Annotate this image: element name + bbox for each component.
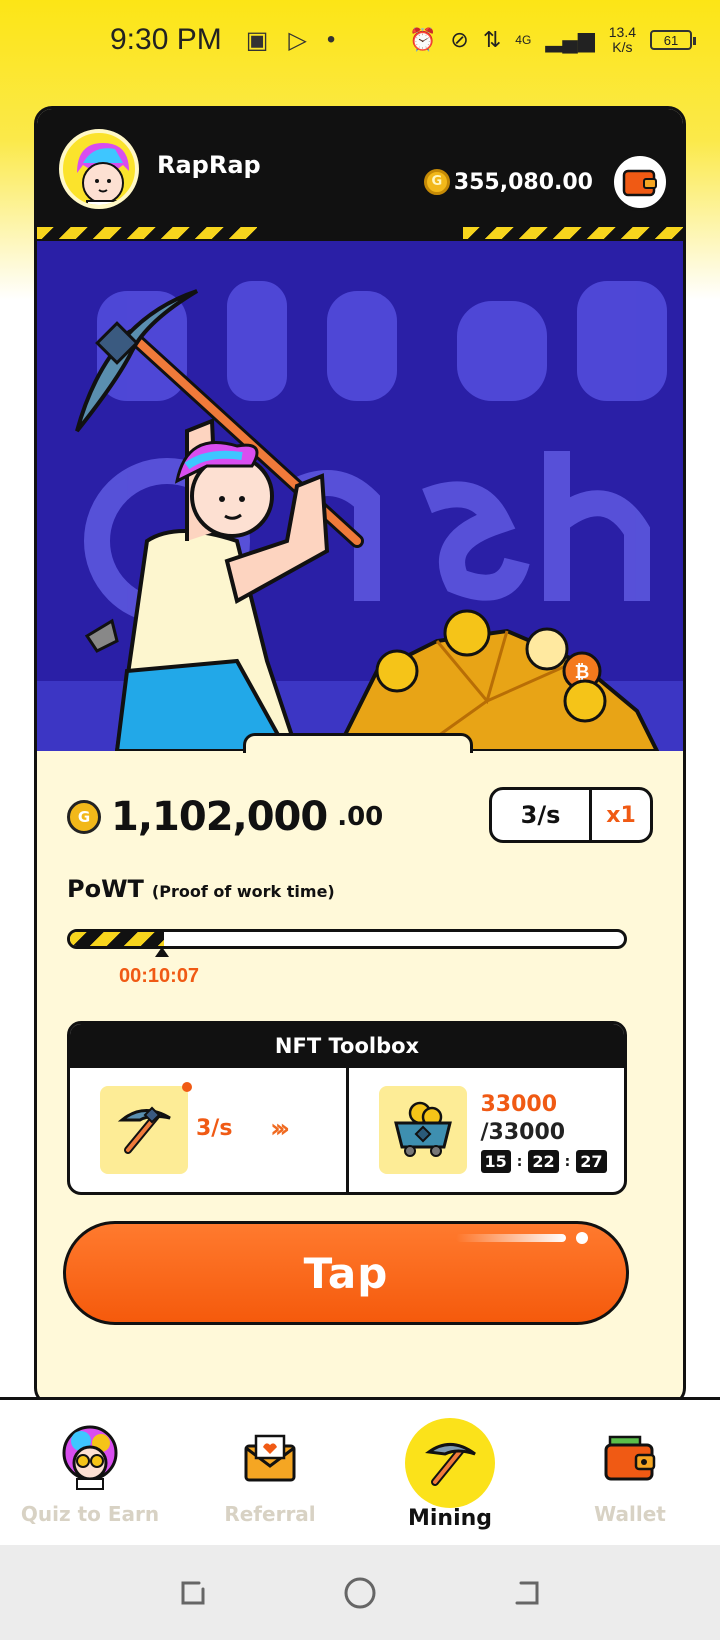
mined-decimal: .00 bbox=[337, 802, 384, 832]
back-icon bbox=[515, 1581, 539, 1604]
tap-shine bbox=[456, 1234, 566, 1242]
nav-label: Mining bbox=[407, 1506, 493, 1531]
dnd-icon: ⊘ bbox=[450, 27, 469, 52]
countdown-seconds: 27 bbox=[576, 1150, 607, 1173]
miner-illustration: ₿ bbox=[37, 281, 683, 751]
rate-box[interactable]: 3/s x1 bbox=[489, 787, 653, 843]
nav-label: Wallet bbox=[594, 1502, 666, 1526]
pickaxe-tool-thumb bbox=[100, 1086, 188, 1174]
battery-level: 61 bbox=[663, 32, 679, 48]
data-arrows-icon: ⇅ bbox=[482, 27, 502, 52]
dot-icon: • bbox=[326, 26, 336, 53]
header-balance: G 355,080.00 bbox=[423, 169, 593, 195]
nav-referral[interactable]: Referral bbox=[180, 1400, 360, 1545]
net-speed-value: 13.4 bbox=[608, 24, 636, 40]
tap-button[interactable]: Tap bbox=[63, 1221, 629, 1325]
toolbox-title: NFT Toolbox bbox=[70, 1024, 624, 1068]
user-avatar[interactable] bbox=[59, 129, 139, 209]
avatar-face-icon bbox=[77, 143, 129, 205]
coin-icon: G bbox=[67, 800, 101, 834]
battery-icon: 61 bbox=[650, 30, 696, 50]
hazard-stripe-left bbox=[37, 227, 257, 239]
alarm-icon: ⏰ bbox=[409, 27, 437, 52]
notification-dot bbox=[182, 1082, 192, 1092]
recents-button[interactable] bbox=[175, 1575, 211, 1611]
system-nav-bar bbox=[0, 1545, 720, 1640]
countdown-hours: 15 bbox=[480, 1150, 511, 1173]
pickaxe-icon bbox=[405, 1418, 495, 1508]
countdown-sep: : bbox=[564, 1153, 571, 1170]
tool-slot-pickaxe[interactable]: 3/s ››› bbox=[70, 1068, 346, 1192]
wallet-icon bbox=[594, 1422, 666, 1494]
home-button[interactable] bbox=[342, 1575, 378, 1611]
back-button[interactable] bbox=[509, 1575, 545, 1611]
username: RapRap bbox=[157, 151, 261, 179]
net-speed: 13.4 K/s bbox=[609, 25, 636, 55]
status-bar: 9:30 PM ▣ ▷ • ⏰ ⊘ ⇅ 4G ▂▄▆ 13.4 K/s 61 bbox=[0, 0, 720, 80]
countdown-minutes: 22 bbox=[528, 1150, 559, 1173]
mining-card: RapRap G 355,080.00 ₿ G 1,102,000 .00 3/… bbox=[34, 106, 686, 1406]
nav-label: Referral bbox=[224, 1502, 316, 1526]
mining-rate: 3/s bbox=[492, 790, 592, 840]
mining-multiplier: x1 bbox=[606, 802, 636, 828]
net-speed-unit: K/s bbox=[612, 39, 633, 55]
countdown-sep: : bbox=[516, 1153, 523, 1170]
tool-slot-cart[interactable]: 33000 /33000 15 : 22 : 27 bbox=[345, 1068, 625, 1192]
media-icon: ▷ bbox=[288, 26, 307, 54]
powt-timer: 00:10:07 bbox=[119, 965, 200, 987]
cart-tool-thumb bbox=[378, 1086, 467, 1174]
signal-icon: ▂▄▆ bbox=[545, 27, 595, 52]
card-header: RapRap G 355,080.00 bbox=[37, 109, 683, 244]
mine-cart-icon bbox=[393, 1101, 452, 1157]
nav-mining[interactable]: Mining bbox=[360, 1400, 540, 1545]
nav-label: Quiz to Earn bbox=[20, 1502, 160, 1526]
wallet-button[interactable] bbox=[611, 153, 669, 211]
screenshot-icon: ▣ bbox=[245, 26, 269, 54]
chevrons-right-icon: ››› bbox=[270, 1114, 290, 1144]
powt-subtitle: (Proof of work time) bbox=[151, 882, 335, 901]
mined-amount: G 1,102,000 .00 bbox=[67, 794, 383, 840]
avatar-money-icon bbox=[54, 1422, 126, 1494]
cart-amount: 33000 bbox=[480, 1092, 558, 1117]
mining-scene: ₿ bbox=[37, 241, 683, 751]
powt-heading: PoWT (Proof of work time) bbox=[67, 875, 335, 903]
cart-total: /33000 bbox=[480, 1120, 566, 1145]
hazard-stripe-right bbox=[463, 227, 683, 239]
wallet-icon bbox=[622, 169, 657, 197]
progress-marker-icon bbox=[155, 947, 170, 957]
network-type: 4G bbox=[515, 33, 532, 47]
balance-value: 355,080.00 bbox=[453, 169, 593, 195]
powt-progress-bar bbox=[67, 929, 627, 949]
scene-notch bbox=[243, 733, 473, 753]
tap-shine-dot bbox=[576, 1232, 588, 1244]
tool-rate: 3/s bbox=[196, 1116, 233, 1141]
cart-countdown: 15 : 22 : 27 bbox=[480, 1150, 607, 1173]
envelope-heart-icon bbox=[234, 1422, 306, 1494]
powt-title: PoWT bbox=[67, 875, 144, 903]
mined-value: 1,102,000 bbox=[111, 794, 328, 840]
nft-toolbox: NFT Toolbox 3/s ››› 33000 /33000 15: 22… bbox=[67, 1021, 627, 1195]
nav-quiz-to-earn[interactable]: Quiz to Earn bbox=[0, 1400, 180, 1545]
home-icon bbox=[344, 1577, 376, 1608]
nav-wallet[interactable]: Wallet bbox=[540, 1400, 720, 1545]
coin-icon: G bbox=[423, 169, 450, 195]
powt-progress-fill bbox=[70, 932, 165, 946]
recents-icon bbox=[181, 1581, 205, 1604]
tap-label: Tap bbox=[303, 1248, 389, 1298]
status-time: 9:30 PM bbox=[110, 23, 222, 56]
bottom-nav: Quiz to Earn Referral Mining Wallet bbox=[0, 1397, 720, 1545]
pickaxe-icon bbox=[117, 1106, 171, 1154]
